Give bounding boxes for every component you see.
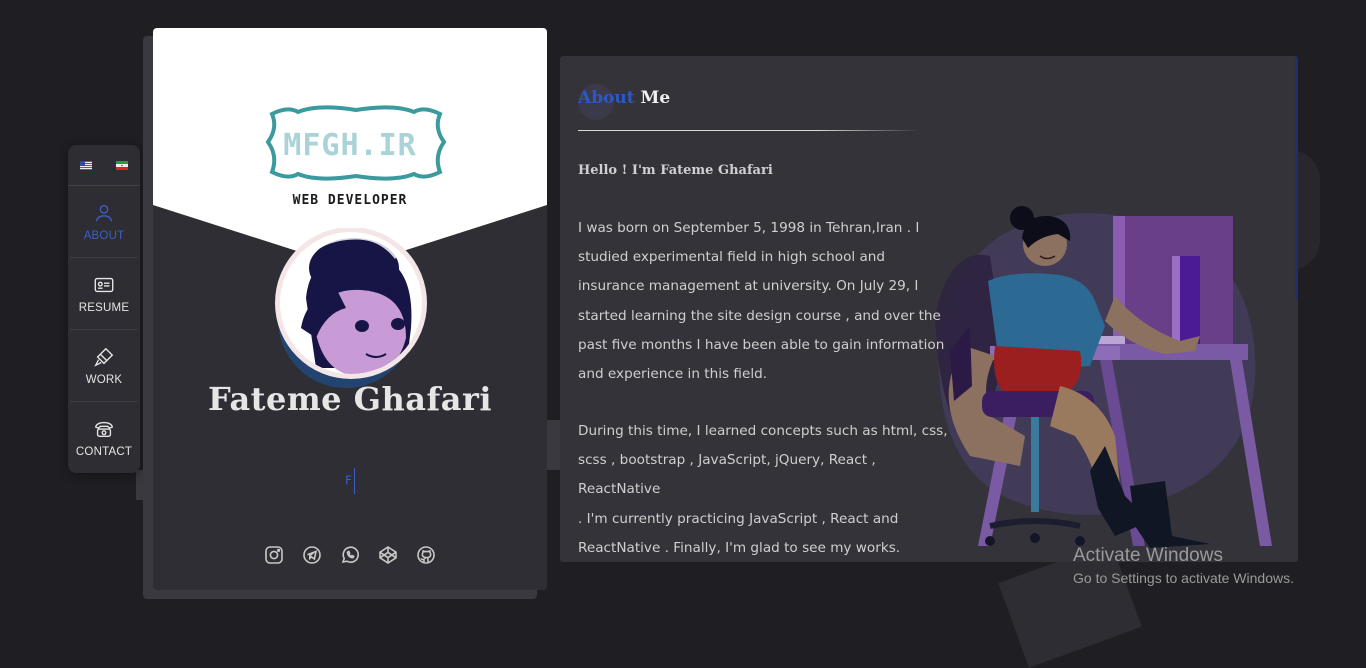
windows-activation-watermark: Activate Windows Go to Settings to activ…	[1073, 545, 1294, 589]
typed-text: F	[153, 468, 547, 494]
background-shape	[546, 420, 560, 470]
activate-subtitle: Go to Settings to activate Windows.	[1073, 570, 1294, 586]
nav-label: RESUME	[78, 301, 130, 314]
telegram-icon[interactable]	[302, 545, 322, 565]
paragraph-line: During this time, I learned concepts suc…	[578, 423, 948, 439]
typing-caret	[353, 468, 355, 494]
paragraph-line: past five months I have been able to gai…	[578, 336, 945, 353]
paragraph-line: insurance management at university. On J…	[578, 278, 919, 295]
profile-card: MFGH.IR WEB DEVELOPER Fateme Ghafari F	[153, 28, 547, 590]
nav-item-resume[interactable]: RESUME	[70, 258, 138, 330]
about-paragraph-2: During this time, I learned concepts suc…	[578, 417, 958, 562]
paragraph-line: started learning the site design course …	[578, 307, 941, 324]
title-divider	[578, 130, 920, 131]
avatar	[275, 228, 427, 388]
about-title-highlight: About	[578, 88, 635, 108]
greeting: Hello ! I'm Fateme Ghafari	[578, 163, 773, 178]
nav-item-about[interactable]: ABOUT	[70, 186, 138, 258]
nav-item-contact[interactable]: CONTACT	[70, 402, 138, 473]
paragraph-line: ReactNative . Finally, I'm glad to see m…	[578, 539, 901, 556]
nav-item-work[interactable]: WORK	[70, 330, 138, 402]
about-paragraph-1: I was born on September 5, 1998 in Tehra…	[578, 214, 958, 389]
english-flag-icon[interactable]	[80, 160, 92, 170]
user-icon	[95, 204, 113, 221]
side-navigation: ABOUT RESUME WORK CONTACT	[68, 145, 140, 473]
whatsapp-icon[interactable]	[340, 545, 360, 565]
profile-name: Fateme Ghafari	[207, 380, 493, 418]
about-title-rest: Me	[634, 88, 671, 108]
about-title: About Me	[578, 88, 670, 108]
github-icon[interactable]	[416, 545, 436, 565]
instagram-icon[interactable]	[264, 545, 284, 565]
developer-illustration	[935, 206, 1272, 548]
paragraph-line: and experience in this field.	[578, 366, 768, 383]
language-switcher	[68, 145, 140, 186]
typed-text-value: F	[345, 473, 352, 488]
paragraph-line: . I'm currently practicing JavaScript , …	[578, 510, 899, 527]
phone-icon	[95, 421, 113, 437]
logo-text: MFGH.IR	[283, 128, 417, 163]
paragraph-line: scss , bootstrap , JavaScript, jQuery, R…	[578, 452, 876, 498]
nav-label: CONTACT	[75, 445, 133, 458]
iran-flag-icon[interactable]	[116, 160, 128, 170]
logo-subtitle: WEB DEVELOPER	[292, 193, 408, 208]
paragraph-line: studied experimental field in high schoo…	[578, 249, 886, 266]
paragraph-line: I was born on September 5, 1998 in Tehra…	[578, 220, 920, 236]
social-links	[153, 545, 547, 565]
about-panel: About Me Hello ! I'm Fateme Ghafari I wa	[560, 56, 1298, 562]
activate-title: Activate Windows	[1073, 545, 1223, 566]
nav-label: ABOUT	[83, 229, 125, 242]
id-card-icon	[94, 277, 114, 292]
brush-icon	[94, 347, 114, 367]
nav-label: WORK	[85, 373, 123, 386]
codepen-icon[interactable]	[378, 545, 398, 565]
